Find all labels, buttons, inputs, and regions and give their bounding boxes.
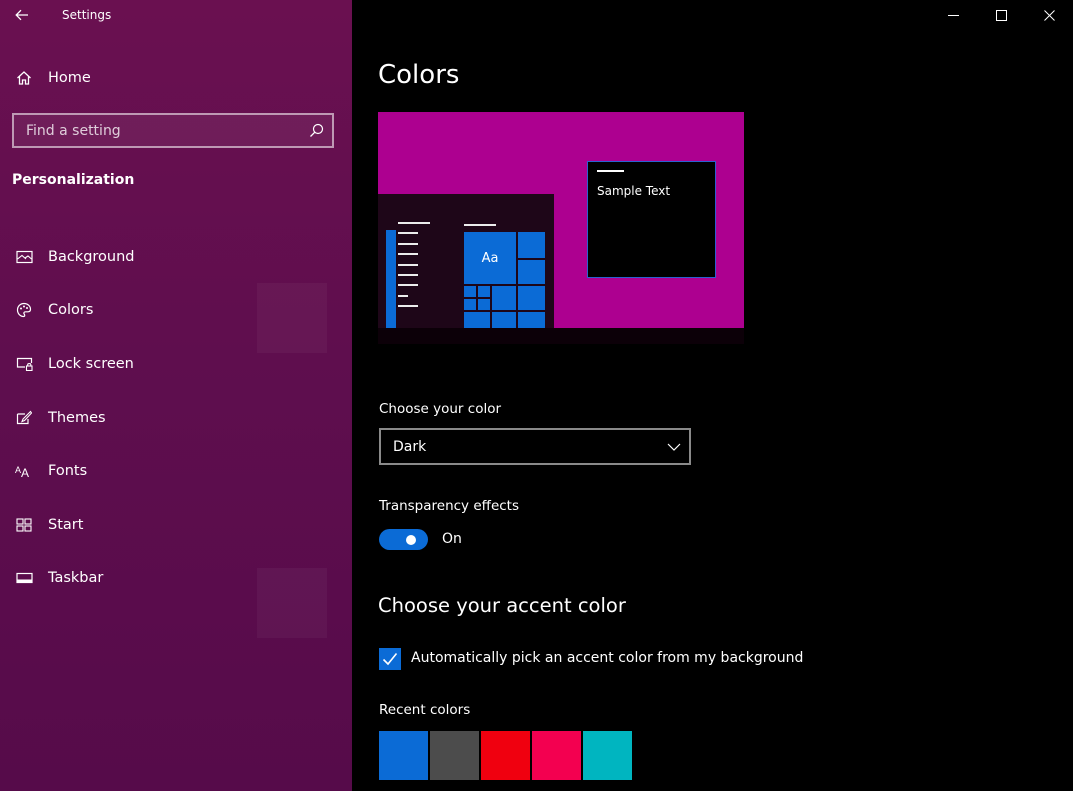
sidebar-item-label: Taskbar [48, 570, 104, 587]
color-swatch[interactable] [481, 731, 530, 780]
sidebar-item-lock-screen[interactable]: Lock screen [0, 337, 352, 391]
section-header: Personalization [12, 172, 135, 188]
choose-color-dropdown[interactable]: Dark [379, 428, 691, 465]
maximize-button[interactable] [977, 0, 1025, 30]
sidebar: Settings Home Find a setting Personaliza… [0, 0, 352, 791]
toggle-knob [406, 534, 416, 545]
choose-color-label: Choose your color [379, 401, 502, 417]
taskbar-icon [0, 572, 48, 584]
preview-sample-text: Sample Text [597, 184, 671, 198]
checkmark-icon [382, 652, 398, 666]
close-icon [1043, 9, 1055, 21]
chevron-down-icon [667, 443, 681, 451]
preview-sample-bar [597, 170, 624, 172]
window-controls [929, 0, 1073, 30]
theme-preview: Aa Sample Text [378, 112, 744, 328]
preview-tiles-header [464, 224, 496, 226]
preview-tile [518, 232, 545, 258]
preview-sample-window: Sample Text [587, 161, 716, 278]
dropdown-value: Dark [393, 438, 427, 455]
sidebar-item-label: Lock screen [48, 355, 134, 372]
sidebar-item-label: Background [48, 248, 135, 265]
title-bar: Settings [0, 0, 111, 30]
sidebar-item-label: Fonts [48, 463, 88, 480]
recent-colors-swatches [379, 731, 632, 780]
minimize-icon [947, 14, 959, 16]
color-swatch[interactable] [583, 731, 632, 780]
sidebar-item-taskbar[interactable]: Taskbar [0, 552, 352, 606]
back-arrow-icon [15, 9, 28, 21]
preview-tile [518, 260, 545, 284]
preview-tile [464, 286, 476, 297]
start-icon [0, 518, 48, 532]
palette-icon [0, 302, 48, 318]
preview-tile [478, 299, 490, 310]
sidebar-item-colors[interactable]: Colors [0, 284, 352, 338]
transparency-toggle[interactable] [379, 529, 428, 550]
preview-app-list-bar [386, 230, 396, 328]
preview-start-menu: Aa [378, 194, 554, 328]
preview-tile [478, 286, 490, 297]
maximize-icon [995, 9, 1007, 21]
transparency-state: On [442, 531, 462, 547]
sidebar-item-background[interactable]: Background [0, 230, 352, 284]
minimize-button[interactable] [929, 0, 977, 30]
sidebar-item-label: Themes [48, 409, 106, 426]
nav-list: Background Colors Lock screen Themes A A… [0, 230, 352, 605]
auto-accent-checkbox[interactable] [379, 648, 401, 670]
accent-section-title: Choose your accent color [378, 594, 626, 617]
search-input[interactable]: Find a setting [12, 113, 334, 148]
nav-home[interactable]: Home [0, 62, 352, 94]
recent-colors-label: Recent colors [379, 702, 471, 718]
preview-tile-text: Aa [481, 250, 499, 266]
themes-icon [0, 410, 48, 425]
preview-tile [518, 286, 545, 310]
sidebar-item-themes[interactable]: Themes [0, 391, 352, 445]
search-placeholder: Find a setting [26, 122, 121, 139]
preview-tile [518, 312, 545, 328]
page-title: Colors [378, 60, 460, 90]
color-swatch[interactable] [379, 731, 428, 780]
sidebar-item-label: Start [48, 516, 84, 533]
back-button[interactable] [0, 0, 44, 30]
color-swatch[interactable] [532, 731, 581, 780]
picture-icon [0, 250, 48, 264]
svg-text:A: A [21, 466, 29, 478]
lock-screen-icon [0, 356, 48, 372]
preview-tile [464, 312, 490, 328]
preview-taskbar [378, 328, 744, 344]
home-icon [0, 70, 48, 86]
preview-tile-large: Aa [464, 232, 516, 284]
preview-tile [464, 299, 476, 310]
app-title: Settings [62, 8, 112, 22]
preview-tile [492, 286, 516, 310]
fonts-icon: A A [0, 464, 48, 478]
home-label: Home [48, 70, 91, 86]
search-icon [310, 123, 324, 137]
close-button[interactable] [1025, 0, 1073, 30]
color-swatch[interactable] [430, 731, 479, 780]
transparency-label: Transparency effects [379, 498, 519, 514]
preview-tile [492, 312, 516, 328]
sidebar-item-fonts[interactable]: A A Fonts [0, 444, 352, 498]
sidebar-item-label: Colors [48, 302, 94, 319]
sidebar-item-start[interactable]: Start [0, 498, 352, 552]
auto-accent-label: Automatically pick an accent color from … [411, 650, 804, 666]
preview-app-lines [398, 222, 430, 316]
